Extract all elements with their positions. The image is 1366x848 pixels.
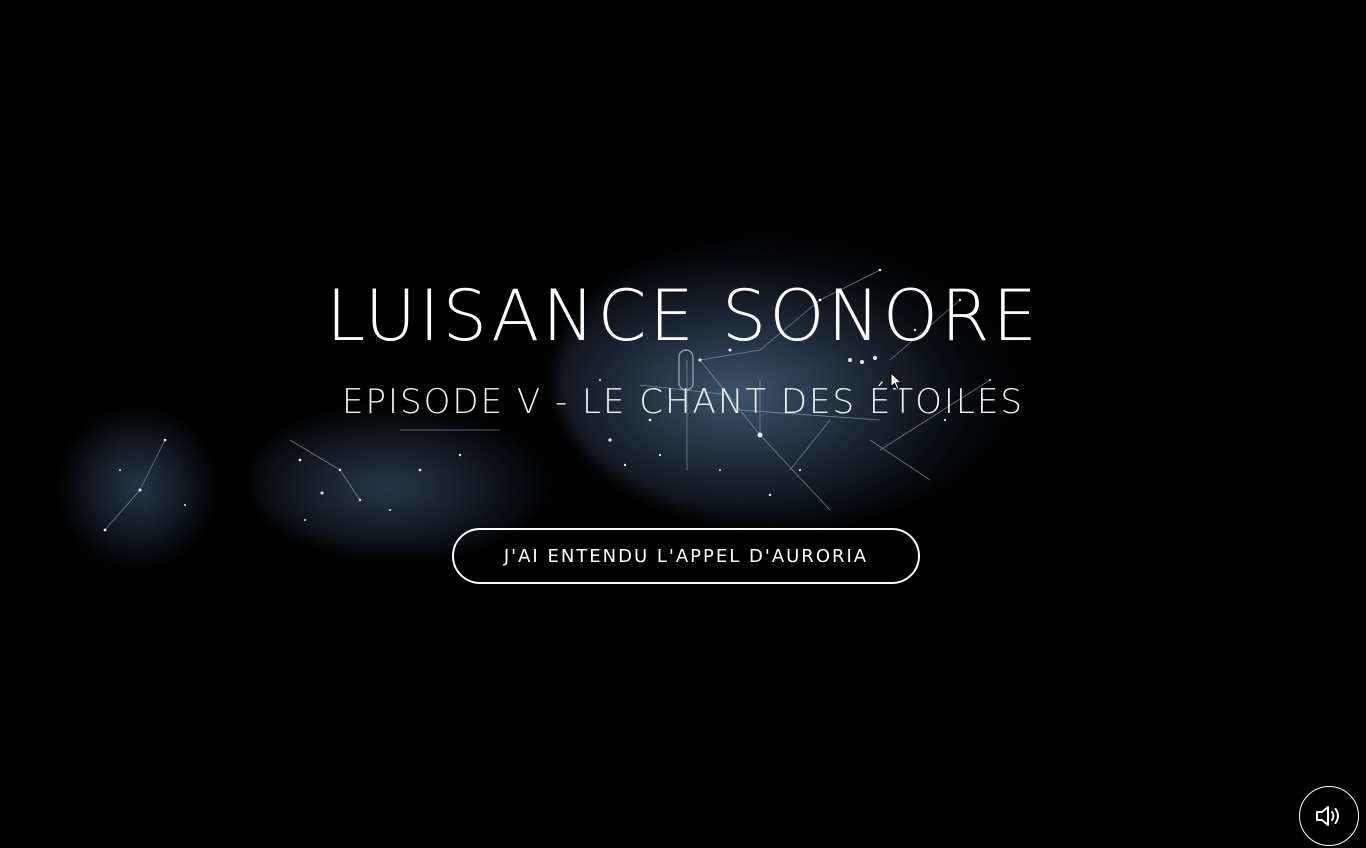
mouse-cursor-icon [890,372,903,391]
sound-toggle-button[interactable] [1299,786,1359,846]
page-title: LUISANCE SONORE [326,275,1040,357]
landing-stage: LUISANCE SONORE EPISODE V - LE CHANT DES… [0,0,1366,848]
hero-section: LUISANCE SONORE EPISODE V - LE CHANT DES… [0,0,1366,848]
enter-experience-button[interactable]: J'AI ENTENDU L'APPEL D'AURORIA [452,528,920,584]
speaker-volume-icon [1316,806,1339,826]
episode-subtitle: EPISODE V - LE CHANT DES ÉTOILES [342,382,1024,422]
